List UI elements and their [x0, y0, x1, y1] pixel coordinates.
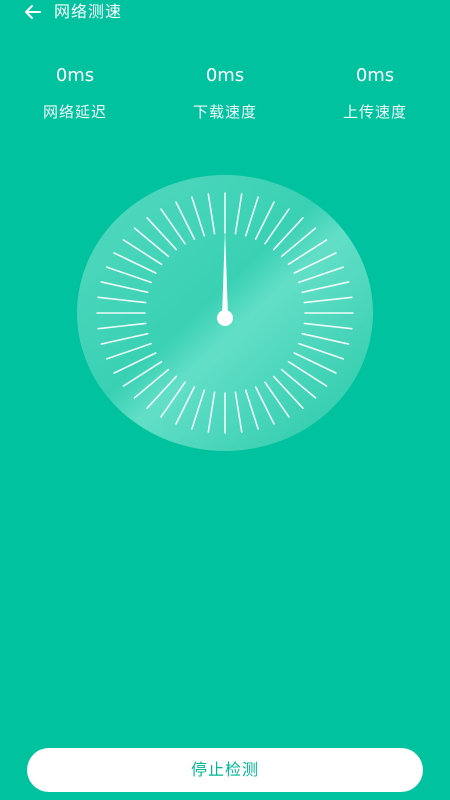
download-stat: 0ms 下载速度 [150, 62, 300, 122]
arrow-left-icon [25, 5, 41, 19]
latency-stat: 0ms 网络延迟 [0, 62, 150, 122]
upload-stat: 0ms 上传速度 [300, 62, 450, 122]
upload-label: 上传速度 [342, 103, 407, 121]
download-label: 下载速度 [192, 103, 257, 121]
stop-test-button[interactable]: 停止检测 [27, 748, 423, 792]
latency-label: 网络延迟 [42, 103, 107, 121]
back-button[interactable] [22, 1, 44, 23]
speed-gauge [77, 175, 373, 451]
top-bar: 网络测速 [0, 0, 450, 26]
latency-value: 0ms [55, 65, 95, 86]
upload-value: 0ms [355, 65, 395, 86]
download-value: 0ms [205, 65, 245, 86]
gauge-needle-hub [217, 310, 233, 326]
page-title: 网络测速 [54, 2, 123, 21]
